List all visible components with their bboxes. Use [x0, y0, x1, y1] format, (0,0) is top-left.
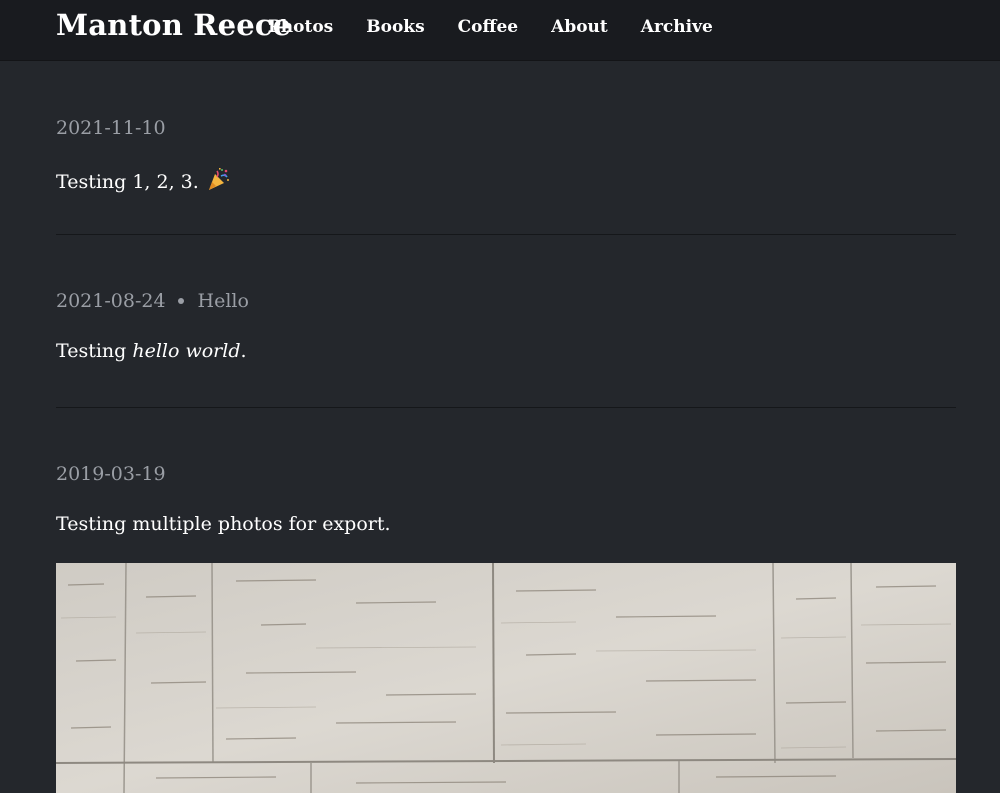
post-divider — [56, 407, 956, 408]
post-body-prefix: Testing — [56, 340, 133, 362]
bullet-separator — [177, 298, 184, 304]
nav-link-photos[interactable]: Photos — [268, 17, 333, 37]
post-body-text: Testing multiple photos for export. — [56, 513, 391, 535]
post-date-link[interactable]: 2019-03-19 — [56, 463, 166, 485]
post-body-text: Testing 1, 2, 3. — [56, 171, 199, 193]
nav-link-about[interactable]: About — [551, 17, 608, 37]
party-popper-icon — [207, 167, 231, 191]
post-body: Testing hello world. — [56, 340, 956, 362]
nav-link-coffee[interactable]: Coffee — [458, 17, 518, 37]
post-title: Hello — [197, 290, 249, 312]
post-body: Testing 1, 2, 3. — [56, 167, 956, 193]
main-nav: Photos Books Coffee About Archive — [268, 17, 746, 37]
post-item: 2021-11-10 Testing 1, 2, 3. — [56, 117, 956, 193]
post-body: Testing multiple photos for export. — [56, 513, 956, 535]
post-item: 2021-08-24 Hello Testing hello world. — [56, 290, 956, 362]
post-date-link[interactable]: 2021-08-24 — [56, 290, 166, 312]
travertine-wall-photo[interactable] — [56, 563, 956, 793]
nav-link-archive[interactable]: Archive — [641, 17, 713, 37]
site-title-link[interactable]: Manton Reece — [56, 8, 291, 42]
post-item: 2019-03-19 Testing multiple photos for e… — [56, 463, 956, 535]
post-date-link[interactable]: 2021-11-10 — [56, 117, 166, 139]
site-header: Manton Reece Photos Books Coffee About A… — [0, 0, 1000, 61]
post-divider — [56, 234, 956, 235]
post-body-emphasis: hello world — [132, 340, 241, 362]
nav-link-books[interactable]: Books — [366, 17, 424, 37]
post-body-suffix: . — [240, 340, 247, 362]
